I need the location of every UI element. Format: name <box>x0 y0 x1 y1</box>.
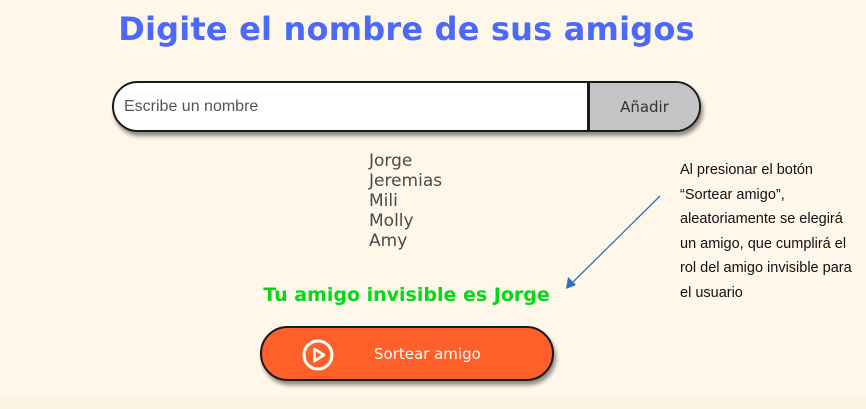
play-circle-icon <box>302 339 334 371</box>
friend-list-item: Mili <box>369 191 398 211</box>
annotation-note: Al presionar el botón “Sortear amigo”, a… <box>680 162 852 301</box>
friend-list-item: Amy <box>369 231 408 251</box>
bottom-strip <box>0 398 866 409</box>
add-button[interactable]: Añadir <box>587 83 699 130</box>
friend-list: Jorge Jeremias Mili Molly Amy <box>369 151 442 251</box>
page-title: Digite el nombre de sus amigos <box>118 10 695 48</box>
friend-list-item: Molly <box>369 211 414 231</box>
name-input-group: Añadir <box>112 81 701 132</box>
draw-button-label: Sortear amigo <box>374 345 481 363</box>
friend-list-item: Jeremias <box>369 171 443 191</box>
draw-friend-button[interactable]: Sortear amigo <box>260 326 554 381</box>
friend-list-item: Jorge <box>369 151 413 171</box>
name-input[interactable] <box>114 83 587 130</box>
